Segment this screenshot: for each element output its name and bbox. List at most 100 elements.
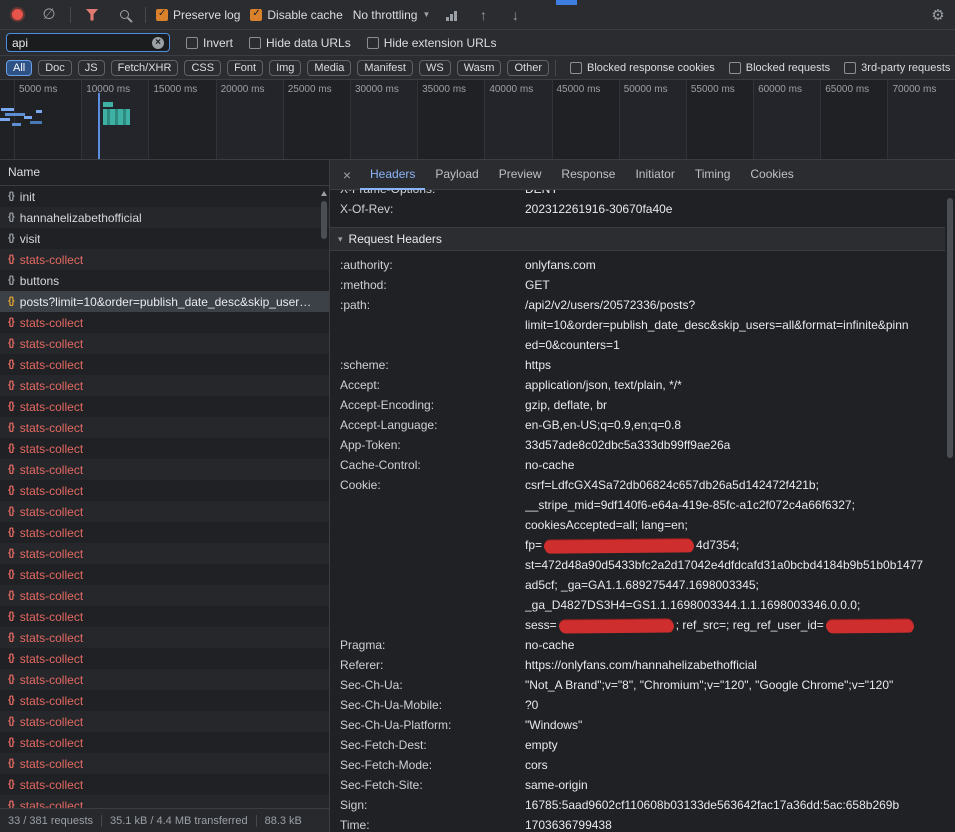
preserve-log-checkbox[interactable]: Preserve log	[156, 8, 240, 22]
type-filter-ws[interactable]: WS	[419, 60, 451, 76]
header-name: Time:	[330, 815, 525, 832]
type-filter-manifest[interactable]: Manifest	[357, 60, 413, 76]
type-filter-fetch-xhr[interactable]: Fetch/XHR	[111, 60, 179, 76]
type-filter-js[interactable]: JS	[78, 60, 105, 76]
request-row[interactable]: {}stats-collect	[0, 354, 329, 375]
header-value-text: limit=10&order=publish_date_desc&skip_us…	[525, 318, 909, 332]
request-row[interactable]: {}posts?limit=10&order=publish_date_desc…	[0, 291, 329, 312]
hide-extension-urls-checkbox[interactable]: Hide extension URLs	[367, 36, 497, 50]
type-filter-css[interactable]: CSS	[184, 60, 221, 76]
request-list-scrollbar[interactable]	[319, 186, 329, 808]
request-row[interactable]: {}stats-collect	[0, 669, 329, 690]
close-details-icon[interactable]: ×	[334, 167, 360, 183]
request-row[interactable]: {}stats-collect	[0, 249, 329, 270]
settings-button[interactable]: ⚙	[927, 4, 949, 26]
request-name: buttons	[20, 274, 59, 288]
request-row[interactable]: {}stats-collect	[0, 564, 329, 585]
tab-timing[interactable]: Timing	[685, 160, 741, 190]
filter-button[interactable]	[81, 4, 103, 26]
header-row: Cache-Control:no-cache	[330, 455, 945, 475]
request-row[interactable]: {}stats-collect	[0, 795, 329, 808]
clear-button[interactable]: ∅	[38, 4, 60, 26]
header-name: Accept:	[330, 375, 525, 395]
request-row[interactable]: {}stats-collect	[0, 438, 329, 459]
request-row[interactable]: {}stats-collect	[0, 690, 329, 711]
request-row[interactable]: {}hannahelizabethofficial	[0, 207, 329, 228]
header-name: App-Token:	[330, 435, 525, 455]
header-value: /api2/v2/users/20572336/posts?limit=10&o…	[525, 295, 945, 355]
throttling-select[interactable]: No throttling ▼	[353, 8, 431, 22]
hide-extension-urls-label: Hide extension URLs	[384, 36, 497, 50]
request-row[interactable]: {}stats-collect	[0, 732, 329, 753]
request-row[interactable]: {}init	[0, 186, 329, 207]
redaction-scribble	[559, 619, 674, 632]
request-headers-section-header[interactable]: ▾ Request Headers	[330, 227, 945, 251]
type-filter-wasm[interactable]: Wasm	[457, 60, 502, 76]
request-name: stats-collect	[20, 757, 83, 771]
checkbox-label: Blocked response cookies	[587, 62, 715, 74]
header-name: X-Of-Rev:	[330, 199, 525, 219]
header-row: Sec-Ch-Ua-Mobile:?0	[330, 695, 945, 715]
tab-initiator[interactable]: Initiator	[625, 160, 684, 190]
tab-preview[interactable]: Preview	[489, 160, 552, 190]
tab-cookies[interactable]: Cookies	[740, 160, 803, 190]
request-row[interactable]: {}stats-collect	[0, 543, 329, 564]
request-row[interactable]: {}stats-collect	[0, 522, 329, 543]
request-row[interactable]: {}stats-collect	[0, 396, 329, 417]
overview-tick-label: 50000 ms	[624, 84, 668, 95]
request-row[interactable]: {}stats-collect	[0, 711, 329, 732]
waterfall-activity-bar	[103, 102, 113, 107]
request-row[interactable]: {}stats-collect	[0, 417, 329, 438]
filter-input[interactable]	[12, 36, 147, 50]
tab-payload[interactable]: Payload	[425, 160, 488, 190]
type-filter-img[interactable]: Img	[269, 60, 301, 76]
header-value-text: same-origin	[525, 778, 588, 792]
request-row[interactable]: {}stats-collect	[0, 753, 329, 774]
tab-headers[interactable]: Headers	[360, 160, 425, 190]
scrollbar-thumb[interactable]	[947, 198, 953, 458]
checkbox-blocked-requests[interactable]: Blocked requests	[729, 62, 830, 74]
request-name: stats-collect	[20, 547, 83, 561]
hide-data-urls-checkbox[interactable]: Hide data URLs	[249, 36, 351, 50]
request-row[interactable]: {}stats-collect	[0, 459, 329, 480]
invert-checkbox[interactable]: Invert	[186, 36, 233, 50]
type-filter-font[interactable]: Font	[227, 60, 263, 76]
record-button[interactable]	[6, 4, 28, 26]
name-column-header[interactable]: Name	[0, 160, 329, 186]
request-row[interactable]: {}stats-collect	[0, 585, 329, 606]
network-overview-timeline[interactable]: 5000 ms10000 ms15000 ms20000 ms25000 ms3…	[0, 80, 955, 160]
request-row[interactable]: {}stats-collect	[0, 648, 329, 669]
filter-toolbar: × Invert Hide data URLs Hide extension U…	[0, 30, 955, 56]
clear-filter-icon[interactable]: ×	[152, 37, 164, 49]
scroll-up-arrow-icon[interactable]	[321, 191, 327, 196]
request-row[interactable]: {}stats-collect	[0, 774, 329, 795]
scrollbar-thumb[interactable]	[321, 201, 327, 239]
network-conditions-button[interactable]	[440, 4, 462, 26]
checkbox-blocked-response-cookies[interactable]: Blocked response cookies	[570, 62, 715, 74]
request-row[interactable]: {}stats-collect	[0, 333, 329, 354]
export-har-button[interactable]: ↓	[504, 4, 526, 26]
request-row[interactable]: {}stats-collect	[0, 606, 329, 627]
header-value-line: no-cache	[525, 455, 945, 475]
type-filter-doc[interactable]: Doc	[38, 60, 72, 76]
type-filter-media[interactable]: Media	[307, 60, 351, 76]
type-filter-other[interactable]: Other	[507, 60, 549, 76]
request-row[interactable]: {}buttons	[0, 270, 329, 291]
details-scrollbar[interactable]	[945, 190, 955, 832]
disable-cache-checkbox[interactable]: Disable cache	[250, 8, 342, 22]
import-har-button[interactable]: ↑	[472, 4, 494, 26]
type-filter-all[interactable]: All	[6, 60, 32, 76]
request-row[interactable]: {}stats-collect	[0, 501, 329, 522]
request-row[interactable]: {}stats-collect	[0, 480, 329, 501]
overview-tick-label: 40000 ms	[489, 84, 533, 95]
request-row[interactable]: {}stats-collect	[0, 375, 329, 396]
header-value-text: 4d7354;	[696, 538, 739, 552]
search-button[interactable]	[113, 4, 135, 26]
request-row[interactable]: {}stats-collect	[0, 627, 329, 648]
request-name: stats-collect	[20, 673, 83, 687]
request-row[interactable]: {}visit	[0, 228, 329, 249]
request-row[interactable]: {}stats-collect	[0, 312, 329, 333]
checkbox-3rd-party-requests[interactable]: 3rd-party requests	[844, 62, 950, 74]
tab-response[interactable]: Response	[551, 160, 625, 190]
header-value-text: fp=	[525, 538, 542, 552]
